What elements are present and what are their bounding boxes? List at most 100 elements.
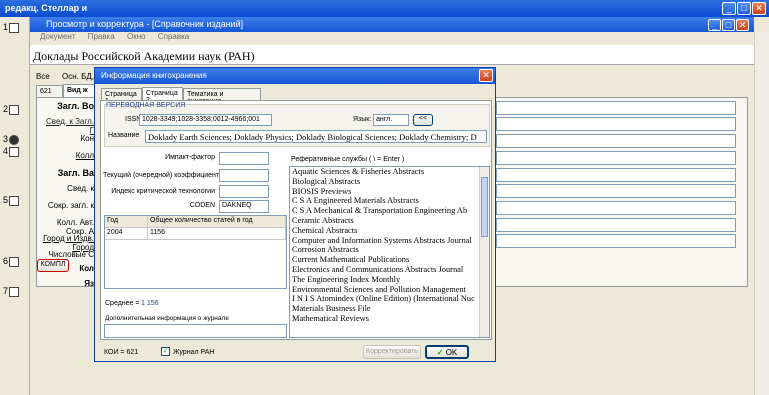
- table-cell-articles[interactable]: 1156: [148, 228, 286, 240]
- row-number-3[interactable]: 3: [3, 134, 29, 146]
- menu-edit[interactable]: Правка: [88, 32, 115, 41]
- inner-menu-bar: Документ Правка Окно Справка: [30, 32, 754, 44]
- inner-maximize-button[interactable]: □: [722, 19, 735, 31]
- filter-all[interactable]: Все: [36, 72, 50, 81]
- translated-version-label: ПЕРЕВОДНАЯ ВЕРСИЯ: [106, 102, 186, 109]
- service-item[interactable]: I N I S Atomindex (Online Edition) (Inte…: [290, 294, 489, 304]
- impact-factor-label: Импакт-фактор: [165, 154, 215, 161]
- row-number-1[interactable]: 1: [3, 22, 29, 34]
- service-item[interactable]: Computer and Information Systems Abstrac…: [290, 236, 489, 246]
- bg-field-title-main[interactable]: [496, 101, 736, 115]
- language-field[interactable]: англ.: [373, 114, 409, 126]
- abstract-services-label: Реферативные службы ( \ = Enter ): [291, 156, 405, 163]
- service-item[interactable]: Materials Business File: [290, 304, 489, 314]
- service-item[interactable]: C S A Engineered Materials Abstracts: [290, 196, 489, 206]
- average-value: 1 156: [141, 300, 159, 307]
- menu-document[interactable]: Документ: [40, 32, 76, 41]
- dialog-title-bar: Информация книгохранения: [95, 68, 495, 84]
- outer-maximize-button[interactable]: □: [737, 2, 751, 15]
- bg-field-coll[interactable]: [496, 151, 736, 165]
- row-number-5[interactable]: 5: [3, 195, 29, 207]
- outer-window-title: редакц. Стеллар и: [5, 3, 88, 13]
- service-item[interactable]: Chemical Abstracts: [290, 226, 489, 236]
- service-item[interactable]: Biological Abstracts: [290, 177, 489, 187]
- row-number-6[interactable]: 6: [3, 256, 29, 268]
- bg-tab-type[interactable]: Вид ж: [63, 84, 95, 97]
- service-item[interactable]: Aquatic Sciences & Fisheries Abstracts: [290, 167, 489, 177]
- service-item[interactable]: BIOSIS Previews: [290, 187, 489, 197]
- bg-label-title-var: Загл. Ва: [57, 168, 94, 178]
- table-header-year[interactable]: Год: [105, 216, 148, 228]
- services-scroll-thumb[interactable]: [481, 177, 488, 237]
- menu-window[interactable]: Окно: [127, 32, 146, 41]
- inner-minimize-button[interactable]: _: [708, 19, 721, 31]
- bg-label-language: Яз: [84, 279, 94, 288]
- extra-info-field[interactable]: [104, 324, 287, 338]
- bg-label-con: Кон: [80, 134, 94, 143]
- name-label: Название: [108, 132, 140, 139]
- outer-close-button[interactable]: ✕: [752, 2, 766, 15]
- bg-label-title-info[interactable]: Свед. к Загл. Г: [40, 117, 94, 135]
- tab-page-1[interactable]: Страница 1: [101, 88, 142, 105]
- services-scrollbar[interactable]: [479, 167, 489, 337]
- current-coef-label: Текущий (очередной) коэффициент: [103, 172, 220, 179]
- table-cell-year[interactable]: 2004: [105, 228, 148, 240]
- row-number-2[interactable]: 2: [3, 104, 29, 116]
- service-item[interactable]: Mathematical Reviews: [290, 314, 489, 324]
- service-item[interactable]: Corrosion Abstracts: [290, 245, 489, 255]
- dialog-close-button[interactable]: ✕: [479, 69, 493, 82]
- bg-field-title-info[interactable]: [496, 117, 736, 131]
- bg-field-abbr-title[interactable]: [496, 201, 736, 215]
- journal-title: Доклады Российской Академии наук (РАН): [30, 45, 754, 65]
- coden-label: CODEN: [189, 202, 215, 209]
- bg-label-coll[interactable]: Колл: [40, 151, 94, 160]
- ran-journal-checkbox[interactable]: ✓: [161, 347, 170, 356]
- outer-vertical-scrollbar[interactable]: [754, 32, 769, 395]
- storage-info-dialog: Информация книгохранения ✕ Страница 1 Ст…: [94, 67, 496, 362]
- ok-button[interactable]: ✓ OK: [425, 345, 469, 359]
- impact-factor-field[interactable]: [219, 152, 269, 165]
- service-item[interactable]: Current Mathematical Publications: [290, 255, 489, 265]
- row-number-7[interactable]: 7: [3, 286, 29, 298]
- menu-help[interactable]: Справка: [158, 32, 189, 41]
- bg-label-title-main: Загл. Во: [57, 101, 94, 111]
- service-item[interactable]: C S A Mechanical & Transportation Engine…: [290, 206, 489, 216]
- service-item[interactable]: Environmental Sciences and Pollution Man…: [290, 285, 489, 295]
- language-pick-button[interactable]: <<: [413, 114, 433, 126]
- tab-subject-annotation[interactable]: Тематика и аннотация: [183, 88, 261, 105]
- bg-field-con[interactable]: [496, 134, 736, 148]
- row-number-4[interactable]: 4: [3, 146, 29, 158]
- tab-page-2[interactable]: Страница 2: [142, 87, 183, 104]
- language-label: Язык:: [353, 116, 372, 123]
- koi-label: КОИ = 621: [104, 349, 139, 356]
- extra-info-label: Дополнительная информация о журнале: [105, 315, 229, 322]
- bg-label-abbr-title: Сокр. загл. к: [47, 201, 94, 210]
- critical-tech-field[interactable]: [219, 185, 269, 198]
- coden-field[interactable]: DAKNEQ: [219, 200, 269, 213]
- inner-close-button[interactable]: ✕: [736, 19, 749, 31]
- bg-field-info[interactable]: [496, 184, 736, 198]
- current-coef-field[interactable]: [219, 169, 269, 182]
- abstract-services-list[interactable]: Aquatic Sciences & Fisheries Abstracts B…: [289, 166, 490, 338]
- outer-minimize-button[interactable]: _: [722, 2, 736, 15]
- service-item[interactable]: Electronics and Communications Abstracts…: [290, 265, 489, 275]
- service-item[interactable]: The Engineering Index Monthly: [290, 275, 489, 285]
- name-field[interactable]: Doklady Earth Sciences; Doklady Physics;…: [145, 130, 487, 143]
- ok-label: OK: [445, 348, 458, 357]
- bg-label-info: Свед. к: [67, 184, 94, 193]
- service-item[interactable]: Ceramic Abstracts: [290, 216, 489, 226]
- table-header-articles[interactable]: Общее количество статей в год: [148, 216, 286, 228]
- komp-button[interactable]: КОМПЛ: [37, 259, 69, 272]
- bg-field-city[interactable]: [496, 234, 736, 248]
- bg-tab-621[interactable]: 621: [36, 85, 63, 97]
- correct-button[interactable]: Корректировать: [363, 345, 421, 359]
- issn-field[interactable]: 1028-3349;1028-3358;0012-4966;001: [139, 114, 272, 126]
- critical-tech-label: Индекс критической технологии: [111, 188, 215, 195]
- inner-window-title-bar: Просмотр и корректура - [Справочник изда…: [30, 17, 754, 32]
- bg-field-title-var[interactable]: [496, 168, 736, 182]
- ran-journal-label: Журнал РАН: [173, 349, 215, 356]
- dialog-title: Информация книгохранения: [101, 71, 207, 80]
- bg-field-coll-author[interactable]: [496, 218, 736, 232]
- inner-window-title: Просмотр и корректура - [Справочник изда…: [46, 19, 244, 29]
- outer-window-title-bar: редакц. Стеллар и: [0, 0, 769, 17]
